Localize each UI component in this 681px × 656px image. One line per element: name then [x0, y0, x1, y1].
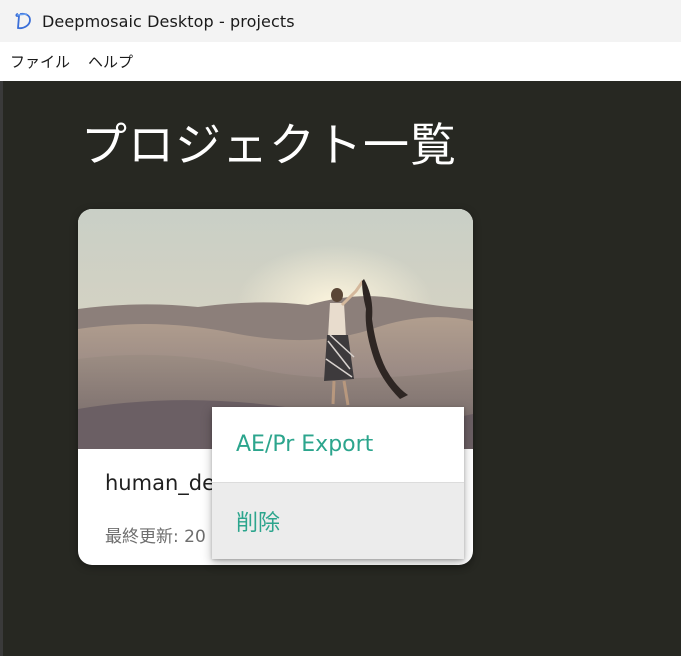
- window-title: Deepmosaic Desktop - projects: [42, 11, 295, 31]
- window-titlebar: Deepmosaic Desktop - projects: [0, 0, 681, 42]
- menu-item-delete[interactable]: 削除: [212, 483, 464, 559]
- menu-help[interactable]: ヘルプ: [88, 49, 133, 74]
- main-content: プロジェクト一覧 human_de 最終更新: 20: [3, 81, 681, 656]
- page-title: プロジェクト一覧: [81, 118, 457, 172]
- menu-item-ae-pr-export[interactable]: AE/Pr Export: [212, 407, 464, 483]
- project-name: human_de: [105, 471, 216, 495]
- context-menu: AE/Pr Export 削除: [212, 407, 464, 559]
- menu-bar: ファイル ヘルプ: [0, 42, 681, 81]
- project-last-updated: 最終更新: 20: [105, 527, 206, 547]
- deepmosaic-logo-icon: [13, 11, 33, 31]
- menu-file[interactable]: ファイル: [10, 49, 70, 74]
